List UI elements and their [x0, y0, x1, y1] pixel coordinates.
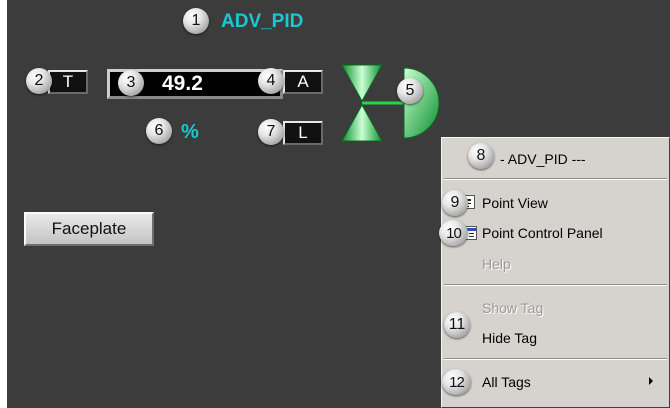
menu-header: - ADV_PID --- — [500, 151, 586, 167]
callout-3: 3 — [118, 70, 144, 96]
menu-item-hide-tag[interactable]: Hide Tag — [482, 328, 537, 348]
menu-separator — [444, 284, 667, 286]
menu-item-all-tags[interactable]: All Tags — [482, 372, 531, 392]
callout-4: 4 — [258, 68, 284, 94]
control-valve-icon[interactable] — [340, 62, 440, 146]
callout-8: 8 — [468, 143, 494, 169]
callout-6: 6 — [146, 118, 172, 144]
callout-2: 2 — [26, 68, 52, 94]
context-menu: 8 - ADV_PID --- 9 Point View 10 Point Co… — [439, 137, 670, 408]
menu-separator — [444, 178, 667, 180]
callout-12: 12 — [442, 369, 471, 395]
submenu-arrow-icon — [649, 377, 653, 385]
callout-10: 10 — [439, 220, 468, 246]
units-label: % — [181, 121, 199, 143]
local-button[interactable]: L — [283, 121, 323, 145]
menu-item-help[interactable]: Help — [482, 254, 511, 274]
track-button[interactable]: T — [48, 70, 88, 94]
faceplate-button[interactable]: Faceplate — [24, 212, 154, 246]
callout-7: 7 — [258, 119, 284, 145]
callout-1: 1 — [183, 8, 209, 34]
mode-button[interactable]: A — [283, 70, 323, 94]
menu-item-point-control-panel[interactable]: Point Control Panel — [482, 223, 603, 243]
callout-5: 5 — [397, 78, 423, 104]
tag-title[interactable]: ADV_PID — [221, 11, 303, 33]
menu-item-point-view[interactable]: Point View — [482, 193, 548, 213]
menu-item-show-tag[interactable]: Show Tag — [482, 298, 543, 318]
callout-9: 9 — [442, 190, 468, 216]
menu-separator — [444, 358, 667, 360]
callout-11: 11 — [444, 312, 470, 338]
